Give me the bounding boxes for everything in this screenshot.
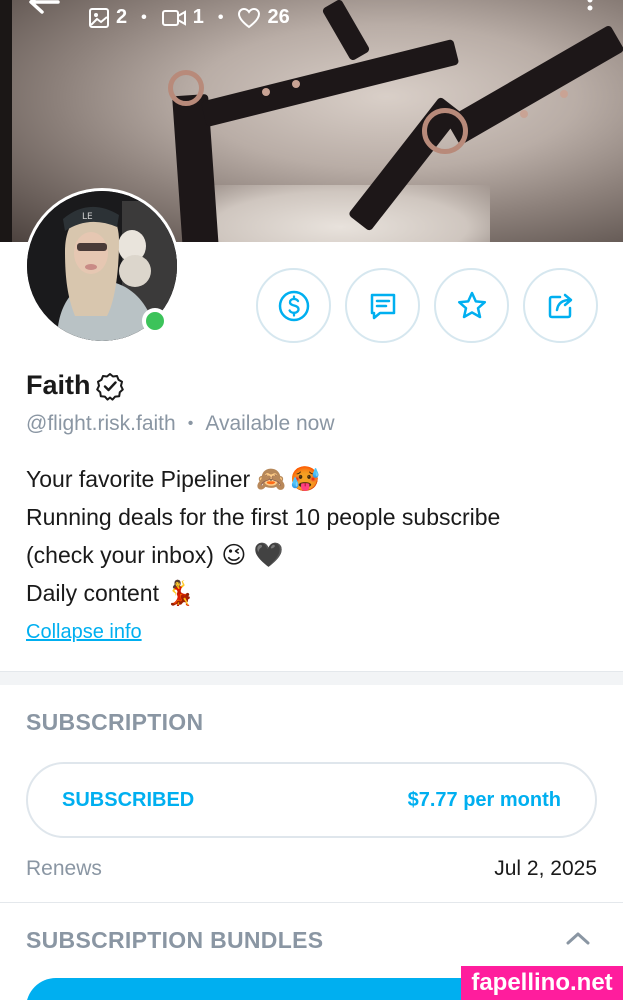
see-no-evil-monkey-emoji: 🙈	[256, 465, 287, 493]
black-heart-emoji: 🖤	[253, 541, 284, 569]
subscription-state: SUBSCRIBED	[62, 788, 195, 811]
profile-actions	[256, 268, 598, 343]
bio-line: Your favorite Pipeliner 🙈 🥵	[26, 460, 606, 498]
cover-strap	[200, 38, 460, 128]
renews-row: Renews Jul 2, 2025	[26, 857, 597, 881]
image-icon	[89, 7, 109, 28]
cover-strap	[445, 24, 623, 146]
profile-bio: Your favorite Pipeliner 🙈 🥵 Running deal…	[26, 460, 606, 612]
profile-handle-row: @flight.risk.faith • Available now	[26, 412, 335, 436]
subscription-price: $7.77 per month	[407, 788, 561, 811]
profile-stats: 2 • 1 • 26	[88, 6, 290, 29]
message-icon	[370, 293, 395, 319]
share-icon	[548, 293, 572, 318]
share-button[interactable]	[523, 268, 598, 343]
stat-separator: •	[217, 8, 224, 26]
cover-stud	[292, 80, 300, 88]
svg-text:LE: LE	[82, 212, 93, 222]
bio-text: Daily content	[26, 580, 159, 606]
bio-line: (check your inbox) 😉 🖤	[26, 536, 606, 574]
cover-stud	[262, 88, 270, 96]
videos-count: 1	[192, 6, 204, 28]
subscribed-button[interactable]: SUBSCRIBED $7.77 per month	[26, 762, 597, 838]
back-arrow-icon[interactable]	[26, 0, 62, 24]
likes-stat: 26	[237, 6, 290, 29]
chevron-up-icon[interactable]	[564, 928, 592, 948]
video-icon	[161, 9, 186, 26]
bundles-section-title: SUBSCRIPTION BUNDLES	[26, 927, 324, 953]
dollar-circle-icon	[278, 290, 309, 321]
collapse-info-link[interactable]: Collapse info	[26, 621, 142, 644]
hot-face-emoji: 🥵	[290, 465, 321, 493]
section-divider	[0, 671, 623, 685]
more-options-icon[interactable]	[585, 0, 595, 16]
stat-separator: •	[141, 8, 147, 26]
bio-text: Running deals for the first 10 people su…	[26, 504, 501, 530]
subscription-section-title: SUBSCRIPTION	[26, 709, 204, 735]
availability-status: Available now	[205, 412, 335, 435]
message-button[interactable]	[345, 268, 420, 343]
cover-cloth	[190, 185, 490, 242]
bio-text: (check your inbox)	[26, 542, 214, 568]
cover-toolbar: 2 • 1 • 26	[0, 0, 623, 40]
divider-line	[0, 902, 623, 903]
photos-count: 2	[116, 6, 128, 28]
winking-face-emoji: 😉	[221, 541, 247, 569]
profile-name-row: Faith	[26, 370, 125, 401]
likes-count: 26	[267, 6, 290, 28]
online-status-indicator	[142, 308, 168, 334]
favorite-button[interactable]	[434, 268, 509, 343]
profile-name: Faith	[26, 370, 91, 400]
star-icon	[457, 291, 486, 318]
bio-line: Running deals for the first 10 people su…	[26, 498, 606, 536]
bio-line: Daily content 💃	[26, 574, 606, 612]
renews-date: Jul 2, 2025	[494, 857, 597, 880]
watermark: fapellino.net	[461, 966, 623, 1000]
profile-handle: @flight.risk.faith	[26, 412, 176, 435]
verified-badge-icon	[95, 372, 124, 401]
videos-stat: 1	[161, 6, 204, 29]
photos-stat: 2	[88, 6, 127, 29]
cover-stud	[520, 110, 528, 118]
tip-button[interactable]	[256, 268, 331, 343]
renews-label: Renews	[26, 857, 102, 880]
handle-separator: •	[187, 415, 194, 432]
cover-stud	[560, 90, 568, 98]
cover-ring	[168, 70, 204, 106]
cover-ring	[422, 108, 468, 154]
dancer-emoji: 💃	[164, 579, 195, 607]
bio-text: Your favorite Pipeliner	[26, 466, 251, 492]
heart-icon	[238, 7, 261, 28]
